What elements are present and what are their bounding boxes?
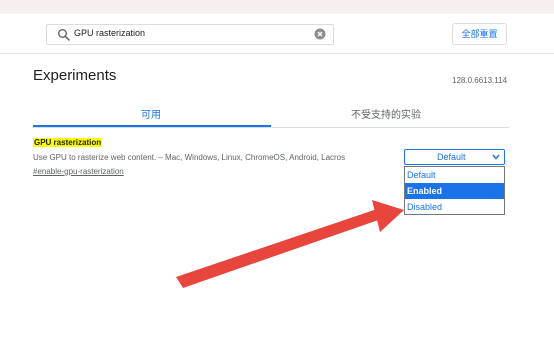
experiment-description: Use GPU to rasterize web content. – Mac,… (33, 153, 346, 162)
tab-bar: 可用 不受支持的实验 (33, 104, 509, 128)
tab-unavailable[interactable]: 不受支持的实验 (351, 106, 421, 121)
active-tab-indicator (33, 125, 271, 127)
select-dropdown-list: Default Enabled Disabled (404, 166, 505, 215)
reset-all-button[interactable]: 全部重置 (452, 23, 507, 45)
tab-available[interactable]: 可用 (141, 106, 161, 121)
experiment-permalink[interactable]: #enable-gpu-rasterization (33, 167, 124, 176)
option-disabled[interactable]: Disabled (405, 199, 504, 215)
search-input[interactable]: GPU rasterization (46, 24, 334, 45)
arrow-icon (176, 200, 404, 288)
experiment-select[interactable]: Default (404, 149, 505, 165)
select-value: Default (437, 152, 466, 162)
top-strip (0, 0, 554, 14)
header-bar: GPU rasterization 全部重置 (0, 14, 554, 54)
clear-icon[interactable] (314, 28, 326, 40)
search-input-value: GPU rasterization (74, 28, 146, 38)
version-label: 128.0.6613.114 (452, 76, 508, 85)
experiment-title: GPU rasterization (33, 138, 103, 147)
search-icon (58, 29, 70, 41)
option-enabled[interactable]: Enabled (405, 183, 504, 199)
chevron-down-icon (492, 154, 500, 160)
page-title: Experiments (33, 67, 117, 84)
option-default[interactable]: Default (405, 167, 504, 183)
